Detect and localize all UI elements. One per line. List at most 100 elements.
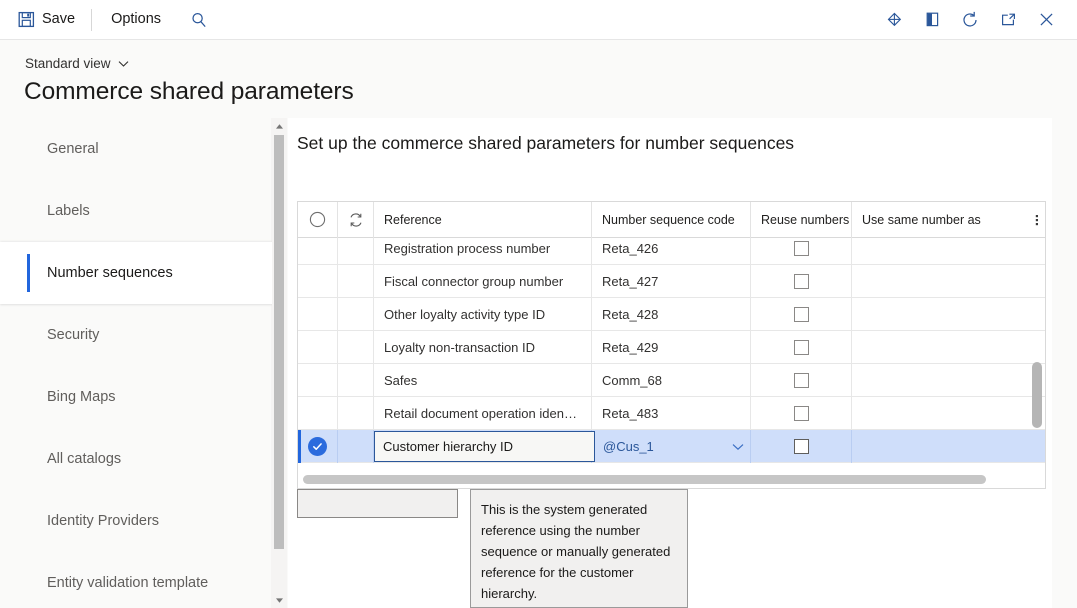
cell-reuse-numbers[interactable] bbox=[751, 430, 852, 463]
more-vertical-icon bbox=[1035, 212, 1039, 228]
row-selected-check-icon bbox=[308, 437, 327, 456]
reuse-numbers-checkbox[interactable] bbox=[794, 373, 809, 388]
cell-use-same-number-as[interactable] bbox=[852, 298, 1028, 331]
cell-reuse-numbers[interactable] bbox=[751, 331, 852, 364]
cell-reuse-numbers[interactable] bbox=[751, 238, 852, 265]
cell-number-sequence-code[interactable]: Reta_427 bbox=[592, 265, 751, 298]
cell-use-same-number-as[interactable] bbox=[852, 364, 1028, 397]
page-header: Standard view Commerce shared parameters bbox=[0, 40, 1077, 118]
save-button[interactable]: Save bbox=[14, 6, 83, 34]
search-button[interactable] bbox=[184, 7, 214, 33]
sidebar-item-identity-providers[interactable]: Identity Providers bbox=[0, 490, 272, 552]
cell-number-sequence-code[interactable]: Reta_429 bbox=[592, 331, 751, 364]
book-open-icon[interactable] bbox=[913, 5, 951, 35]
cell-use-same-number-as[interactable] bbox=[852, 238, 1028, 265]
grid-horizontal-scrollbar-thumb[interactable] bbox=[303, 475, 986, 484]
save-icon bbox=[18, 11, 35, 28]
cell-reference[interactable]: Fiscal connector group number bbox=[374, 265, 592, 298]
sidebar-scrollbar-thumb[interactable] bbox=[274, 135, 284, 549]
column-header-reference[interactable]: Reference bbox=[374, 202, 592, 238]
options-button[interactable]: Options bbox=[102, 7, 170, 32]
table-row[interactable]: Customer hierarchy ID@Cus_1Customer hier… bbox=[298, 430, 1045, 463]
reuse-numbers-checkbox[interactable] bbox=[794, 406, 809, 421]
row-status-cell bbox=[338, 430, 374, 463]
grid-sync-button[interactable] bbox=[338, 202, 374, 238]
cell-number-sequence-code[interactable]: Reta_426 bbox=[592, 238, 751, 265]
row-select-cell[interactable] bbox=[298, 364, 338, 397]
row-select-cell[interactable] bbox=[298, 331, 338, 364]
column-header-number-sequence-code[interactable]: Number sequence code bbox=[592, 202, 751, 238]
reference-input[interactable]: Customer hierarchy ID bbox=[374, 431, 595, 462]
cell-reference-text: Other loyalty activity type ID bbox=[384, 307, 545, 322]
cell-reference[interactable]: Loyalty non-transaction ID bbox=[374, 331, 592, 364]
cell-number-sequence-code[interactable]: Comm_68 bbox=[592, 364, 751, 397]
reuse-numbers-checkbox[interactable] bbox=[794, 307, 809, 322]
reuse-numbers-checkbox[interactable] bbox=[794, 274, 809, 289]
cell-use-same-number-as[interactable] bbox=[852, 430, 1028, 463]
column-header-use-same-number-as[interactable]: Use same number as bbox=[852, 202, 1028, 238]
grid-vertical-scrollbar[interactable] bbox=[1029, 239, 1044, 452]
reuse-numbers-checkbox[interactable] bbox=[794, 439, 809, 454]
table-row[interactable]: Other loyalty activity type ID Reta_428 bbox=[298, 298, 1045, 331]
cell-reference[interactable]: Safes bbox=[374, 364, 592, 397]
table-row[interactable]: Retail document operation iden… Reta_483 bbox=[298, 397, 1045, 430]
column-header-reuse-numbers[interactable]: Reuse numbers bbox=[751, 202, 852, 238]
number-sequence-code-dropdown-value: @Cus_1 bbox=[603, 439, 732, 454]
table-row[interactable]: Registration process numberReta_426 bbox=[298, 238, 1045, 265]
row-status-cell bbox=[338, 265, 374, 298]
command-bar: Save Options bbox=[0, 0, 1077, 40]
grid-options-button[interactable] bbox=[1028, 202, 1045, 238]
reuse-numbers-checkbox[interactable] bbox=[794, 241, 809, 256]
table-row[interactable]: Fiscal connector group numberReta_427 bbox=[298, 265, 1045, 298]
grid-horizontal-scrollbar[interactable] bbox=[299, 473, 1044, 486]
sidebar-item-all-catalogs[interactable]: All catalogs bbox=[0, 428, 272, 490]
refresh-circle-icon[interactable] bbox=[951, 5, 989, 35]
select-all-cell[interactable] bbox=[298, 202, 338, 238]
cell-number-sequence-code[interactable]: Reta_483 bbox=[592, 397, 751, 430]
sidebar-item-label: Identity Providers bbox=[47, 513, 159, 529]
cell-reuse-numbers[interactable] bbox=[751, 364, 852, 397]
sidebar-item-number-sequences[interactable]: Number sequences bbox=[0, 242, 272, 304]
cell-reference[interactable]: Other loyalty activity type ID bbox=[374, 298, 592, 331]
reuse-numbers-checkbox[interactable] bbox=[794, 340, 809, 355]
table-row[interactable]: Loyalty non-transaction IDReta_429 bbox=[298, 331, 1045, 364]
sidebar-item-entity-validation-template[interactable]: Entity validation template bbox=[0, 552, 272, 608]
sidebar-item-general[interactable]: General bbox=[0, 118, 272, 180]
row-status-cell bbox=[338, 238, 374, 265]
number-sequence-code-dropdown[interactable]: @Cus_1 bbox=[595, 431, 750, 462]
sidebar-scrollbar[interactable] bbox=[271, 118, 287, 608]
close-icon[interactable] bbox=[1027, 5, 1065, 35]
row-select-cell[interactable] bbox=[298, 430, 338, 463]
grid-vertical-scrollbar-thumb[interactable] bbox=[1032, 362, 1042, 428]
cell-reference[interactable]: Retail document operation iden… bbox=[374, 397, 592, 430]
cell-reference[interactable]: Registration process number bbox=[374, 238, 592, 265]
row-select-cell[interactable] bbox=[298, 265, 338, 298]
row-select-cell[interactable] bbox=[298, 397, 338, 430]
cell-use-same-number-as[interactable] bbox=[852, 265, 1028, 298]
cell-number-sequence-code[interactable]: Reta_428 bbox=[592, 298, 751, 331]
cell-use-same-number-as[interactable] bbox=[852, 331, 1028, 364]
sidebar-item-label: Entity validation template bbox=[47, 575, 208, 591]
open-new-window-icon[interactable] bbox=[989, 5, 1027, 35]
row-select-cell[interactable] bbox=[298, 298, 338, 331]
view-selector[interactable]: Standard view bbox=[25, 56, 129, 71]
cell-reuse-numbers[interactable] bbox=[751, 298, 852, 331]
empty-input-field[interactable] bbox=[297, 489, 458, 518]
search-icon bbox=[190, 11, 208, 29]
table-row[interactable]: SafesComm_68 bbox=[298, 364, 1045, 397]
sidebar-item-labels[interactable]: Labels bbox=[0, 180, 272, 242]
row-select-cell[interactable] bbox=[298, 238, 338, 265]
cell-reuse-numbers[interactable] bbox=[751, 265, 852, 298]
cell-use-same-number-as[interactable] bbox=[852, 397, 1028, 430]
sidebar-item-bing-maps[interactable]: Bing Maps bbox=[0, 366, 272, 428]
diamond-grid-icon[interactable] bbox=[875, 5, 913, 35]
chevron-down-icon[interactable] bbox=[732, 443, 744, 451]
cell-reference-text: Retail document operation iden… bbox=[384, 406, 577, 421]
sidebar-item-label: Labels bbox=[47, 203, 90, 219]
row-status-cell bbox=[338, 364, 374, 397]
cell-reuse-numbers[interactable] bbox=[751, 397, 852, 430]
triangle-down-icon[interactable] bbox=[271, 592, 287, 608]
triangle-up-icon[interactable] bbox=[271, 118, 287, 134]
sidebar-item-label: Number sequences bbox=[47, 265, 173, 281]
sidebar-item-security[interactable]: Security bbox=[0, 304, 272, 366]
